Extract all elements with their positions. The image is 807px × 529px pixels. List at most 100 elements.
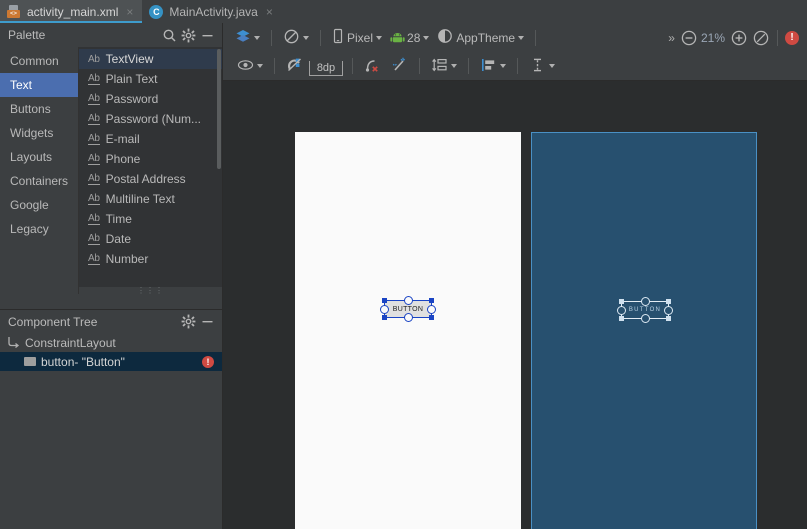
palette-item-phone[interactable]: Ab Phone (79, 149, 222, 169)
device-selector[interactable]: Pixel (328, 27, 386, 49)
resize-handle-top-right[interactable] (429, 298, 434, 303)
autoconnect-toggle[interactable] (282, 55, 307, 77)
minimize-icon[interactable] (199, 313, 216, 330)
chevron-down-icon (500, 64, 506, 68)
palette-item-postal-address[interactable]: Ab Postal Address (79, 169, 222, 189)
clear-constraints-button[interactable] (360, 55, 386, 77)
palette-category-text[interactable]: Text (0, 73, 78, 97)
constraint-anchor-top[interactable] (640, 297, 650, 306)
tree-row-label: button- "Button" (41, 354, 125, 369)
android-studio-layout-editor: activity_main.xml × C MainActivity.java … (0, 0, 807, 529)
default-margin-field[interactable]: 8dp (309, 60, 343, 76)
chevron-down-icon (376, 35, 383, 40)
palette-item-multiline-text[interactable]: Ab Multiline Text (79, 189, 222, 209)
text-icon: Ab (88, 53, 100, 65)
zoom-fit-icon[interactable] (752, 29, 770, 47)
palette-item-password[interactable]: Ab Password (79, 89, 222, 109)
item-label: Date (105, 232, 131, 246)
clear-constraints-icon (364, 57, 382, 76)
error-icon[interactable]: ! (202, 355, 214, 368)
resize-handle-top-right[interactable] (666, 299, 671, 304)
rotate-icon (283, 28, 300, 48)
palette-title: Palette (8, 28, 46, 42)
api-level-selector[interactable]: 28 (386, 27, 433, 49)
palette-item-password-numeric[interactable]: Ab Password (Num... (79, 109, 222, 129)
text-icon: Ab (88, 73, 100, 85)
eye-icon (237, 58, 254, 75)
palette-category-containers[interactable]: Containers (0, 169, 78, 193)
palette-category-legacy[interactable]: Legacy (0, 217, 78, 241)
palette-item-date[interactable]: Ab Date (79, 229, 222, 249)
constraint-anchor-right[interactable] (664, 305, 673, 315)
item-label: E-mail (105, 132, 140, 146)
palette-item-time[interactable]: Ab Time (79, 209, 222, 229)
xml-file-icon (7, 4, 21, 19)
close-icon[interactable]: × (126, 5, 133, 19)
visibility-selector[interactable] (233, 55, 267, 77)
gear-icon[interactable] (180, 27, 197, 44)
palette-category-list: Common Text Buttons Widgets Layouts Cont… (0, 47, 79, 294)
close-icon[interactable]: × (266, 5, 273, 19)
palette-category-layouts[interactable]: Layouts (0, 145, 78, 169)
minimize-icon[interactable] (199, 27, 216, 44)
palette-item-number[interactable]: Ab Number (79, 249, 222, 269)
tab-mainactivity-java[interactable]: C MainActivity.java × (142, 0, 282, 23)
palette-item-textview[interactable]: Ab TextView (79, 49, 222, 69)
palette-category-buttons[interactable]: Buttons (0, 97, 78, 121)
search-icon[interactable] (161, 27, 178, 44)
palette-scrollbar[interactable] (217, 49, 221, 169)
constraint-anchor-bottom[interactable] (640, 314, 650, 323)
gear-icon[interactable] (180, 313, 197, 330)
java-class-icon: C (149, 4, 164, 19)
toolbar-separator (517, 58, 518, 74)
resize-handle-top-left[interactable] (382, 298, 387, 303)
constraint-anchor-left[interactable] (380, 304, 389, 314)
pack-selector[interactable] (427, 55, 461, 77)
item-label: Postal Address (105, 172, 186, 186)
zoom-in-icon[interactable] (730, 29, 748, 47)
resize-handle-bottom-right[interactable] (429, 315, 434, 320)
design-mode-selector[interactable] (231, 27, 264, 49)
tab-activity-main-xml[interactable]: activity_main.xml × (0, 0, 143, 23)
blueprint-preview[interactable]: BUTTON (531, 132, 757, 529)
chevron-down-icon (303, 35, 309, 40)
align-icon (480, 57, 497, 76)
constraint-anchor-left[interactable] (617, 305, 626, 315)
toolbar-overflow-button[interactable]: » (664, 31, 678, 45)
tab-label: activity_main.xml (27, 4, 119, 19)
palette-resize-grip[interactable]: ⋮⋮⋮ (79, 286, 222, 295)
text-icon: Ab (88, 233, 100, 245)
theme-selector[interactable]: AppTheme (433, 27, 528, 49)
pack-icon (431, 57, 448, 76)
selected-widget-button-design[interactable]: BUTTON (380, 296, 436, 322)
component-tree-header: Component Tree (0, 309, 222, 333)
component-tree-body: ConstraintLayout button- "Button" ! (0, 333, 222, 529)
tree-row-button[interactable]: button- "Button" ! (0, 352, 222, 371)
resize-handle-bottom-right[interactable] (666, 316, 671, 321)
align-selector[interactable] (476, 55, 510, 77)
palette-category-widgets[interactable]: Widgets (0, 121, 78, 145)
tree-row-constraintlayout[interactable]: ConstraintLayout (0, 333, 222, 352)
constraint-anchor-right[interactable] (427, 304, 436, 314)
component-tree-title: Component Tree (8, 314, 98, 329)
design-canvas[interactable]: BUTTON BUTTON (223, 81, 807, 529)
error-icon[interactable]: ! (785, 30, 799, 45)
infer-constraints-button[interactable] (386, 55, 412, 77)
text-icon: Ab (88, 153, 100, 165)
palette-item-email[interactable]: Ab E-mail (79, 129, 222, 149)
resize-handle-bottom-left[interactable] (619, 316, 624, 321)
zoom-out-icon[interactable] (680, 29, 698, 47)
constraint-anchor-bottom[interactable] (403, 313, 413, 322)
selected-widget-button-blueprint[interactable]: BUTTON (617, 297, 673, 323)
phone-icon (332, 28, 344, 47)
palette-item-plain-text[interactable]: Ab Plain Text (79, 69, 222, 89)
design-preview[interactable]: BUTTON (295, 132, 521, 529)
category-label: Legacy (10, 222, 49, 236)
resize-handle-top-left[interactable] (619, 299, 624, 304)
constraint-anchor-top[interactable] (403, 296, 413, 305)
palette-category-google[interactable]: Google (0, 193, 78, 217)
palette-category-common[interactable]: Common (0, 49, 78, 73)
guidelines-selector[interactable] (525, 55, 559, 77)
orientation-selector[interactable] (279, 27, 313, 49)
resize-handle-bottom-left[interactable] (382, 315, 387, 320)
